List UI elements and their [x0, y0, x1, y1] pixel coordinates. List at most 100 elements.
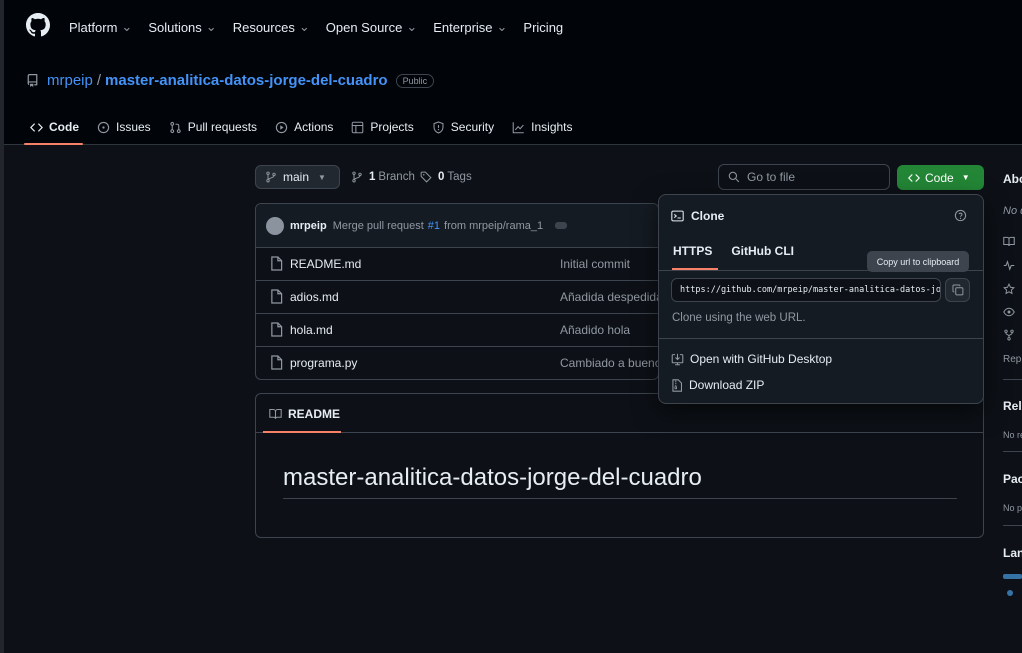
file-commit-message[interactable]: Añadida despedida	[560, 290, 658, 304]
repo-tabs: Code Issues Pull requests Actions Projec…	[30, 118, 591, 136]
star-icon[interactable]	[1003, 283, 1015, 295]
repo-separator: /	[96, 72, 102, 89]
open-with-desktop-button[interactable]: Open with GitHub Desktop	[671, 352, 832, 366]
tab-security[interactable]: Security	[432, 118, 494, 136]
tab-code-label: Code	[49, 120, 79, 134]
file-commit-message[interactable]: Añadido hola	[560, 323, 630, 337]
divider	[283, 498, 957, 499]
ellipsis-icon[interactable]	[555, 222, 568, 229]
chevron-down-icon: ⌄	[298, 19, 310, 34]
tab-github-cli[interactable]: GitHub CLI	[731, 244, 794, 258]
clone-tabs: HTTPS GitHub CLI	[673, 244, 813, 258]
play-icon	[275, 121, 288, 134]
tab-pull-requests[interactable]: Pull requests	[169, 118, 257, 136]
nav-resources[interactable]: Resources ⌄	[233, 19, 310, 35]
nav-platform[interactable]: Platform ⌄	[69, 19, 132, 35]
tab-insights[interactable]: Insights	[512, 118, 573, 136]
chevron-down-icon: ⌄	[406, 19, 418, 34]
branch-selector-button[interactable]: main ▼	[255, 165, 340, 189]
copy-tooltip: Copy url to clipboard	[867, 251, 969, 272]
nav-solutions[interactable]: Solutions ⌄	[148, 19, 216, 35]
nav-solutions-label: Solutions	[148, 19, 202, 35]
file-row[interactable]: adios.md Añadida despedida	[256, 281, 658, 314]
tags-link[interactable]: 0 Tags	[420, 171, 472, 183]
file-commit-message[interactable]: Cambiado a buenos	[560, 356, 658, 370]
commit-message-suffix[interactable]: from mrpeip/rama_1	[444, 220, 543, 232]
file-name[interactable]: programa.py	[290, 356, 357, 370]
global-nav: Platform ⌄ Solutions ⌄ Resources ⌄ Open Sou…	[69, 19, 579, 35]
branches-link[interactable]: 1 Branch	[351, 171, 415, 183]
repo-owner-link[interactable]: mrpeip	[47, 72, 93, 89]
nav-open-source[interactable]: Open Source ⌄	[326, 19, 418, 35]
git-branch-icon	[351, 171, 363, 183]
commit-author[interactable]: mrpeip	[290, 220, 327, 232]
code-button-label: Code	[925, 170, 954, 185]
packages-heading[interactable]: Packages	[1003, 472, 1022, 486]
divider	[1003, 451, 1022, 452]
nav-resources-label: Resources	[232, 19, 295, 35]
readme-panel: README master-analitica-datos-jorge-del-…	[255, 393, 984, 538]
file-icon	[270, 322, 283, 337]
clone-url-input[interactable]: https://github.com/mrpeip/master-analiti…	[671, 278, 941, 302]
go-to-file-input[interactable]: Go to file	[718, 164, 890, 190]
desktop-download-icon	[671, 353, 684, 366]
git-branch-icon	[265, 171, 277, 183]
open-with-desktop-label: Open with GitHub Desktop	[690, 352, 833, 366]
download-zip-button[interactable]: Download ZIP	[671, 378, 764, 392]
latest-commit-bar: mrpeip Merge pull request #1 from mrpeip…	[256, 204, 658, 248]
tab-readme[interactable]: README	[269, 407, 340, 421]
copy-url-button[interactable]	[945, 278, 970, 302]
file-icon	[270, 289, 283, 304]
about-sidebar: About No description Rep Releases No rel…	[1003, 165, 1022, 615]
fork-icon[interactable]	[1003, 329, 1015, 341]
download-zip-label: Download ZIP	[689, 378, 765, 392]
divider	[659, 338, 983, 339]
report-link[interactable]: Rep	[1003, 354, 1021, 365]
divider	[1003, 379, 1022, 380]
file-row[interactable]: programa.py Cambiado a buenos	[256, 347, 658, 379]
question-icon[interactable]	[954, 209, 967, 222]
tab-projects[interactable]: Projects	[351, 118, 414, 136]
tab-actions[interactable]: Actions	[275, 118, 333, 136]
tab-projects-label: Projects	[370, 120, 414, 134]
file-name[interactable]: adios.md	[290, 290, 339, 304]
tab-insights-label: Insights	[531, 120, 573, 134]
nav-pricing[interactable]: Pricing	[523, 20, 563, 35]
tab-code[interactable]: Code	[30, 118, 79, 136]
file-commit-message[interactable]: Initial commit	[560, 257, 630, 271]
releases-heading[interactable]: Releases	[1003, 399, 1022, 413]
divider	[1003, 525, 1022, 526]
clone-title-label: Clone	[691, 209, 725, 223]
nav-enterprise[interactable]: Enterprise ⌄	[433, 19, 507, 35]
clone-popover: Clone HTTPS GitHub CLI https://github.co…	[658, 194, 984, 404]
about-heading: About	[1003, 172, 1022, 186]
tab-https[interactable]: HTTPS	[673, 244, 712, 258]
file-name[interactable]: README.md	[290, 257, 361, 271]
file-row[interactable]: README.md Initial commit	[256, 248, 658, 281]
tag-count: 0	[438, 171, 445, 183]
readme-heading: master-analitica-datos-jorge-del-cuadro	[283, 464, 702, 491]
repo-name-link[interactable]: master-analitica-datos-jorge-del-cuadro	[105, 72, 388, 89]
eye-icon[interactable]	[1003, 306, 1015, 318]
tab-issues[interactable]: Issues	[97, 118, 151, 136]
commit-message[interactable]: Merge pull request	[333, 220, 424, 232]
table-icon	[351, 121, 364, 134]
graph-icon	[512, 121, 525, 134]
branch-count-label: Branch	[378, 171, 415, 183]
issue-icon	[97, 121, 110, 134]
tab-security-label: Security	[450, 120, 495, 134]
pulse-icon[interactable]	[1003, 260, 1015, 271]
clone-title: Clone	[671, 209, 724, 223]
tag-count-label: Tags	[447, 171, 472, 183]
avatar[interactable]	[266, 216, 284, 235]
file-name[interactable]: hola.md	[290, 323, 333, 337]
code-icon	[30, 121, 43, 134]
file-row[interactable]: hola.md Añadido hola	[256, 314, 658, 347]
packages-text: No packages	[1003, 503, 1022, 513]
github-logo-icon[interactable]	[26, 13, 50, 37]
book-icon[interactable]	[1003, 236, 1015, 247]
clone-note: Clone using the web URL.	[672, 312, 806, 324]
commit-pr-link[interactable]: #1	[428, 220, 440, 232]
code-button[interactable]: Code ▼	[897, 165, 984, 190]
tab-issues-label: Issues	[116, 120, 151, 134]
